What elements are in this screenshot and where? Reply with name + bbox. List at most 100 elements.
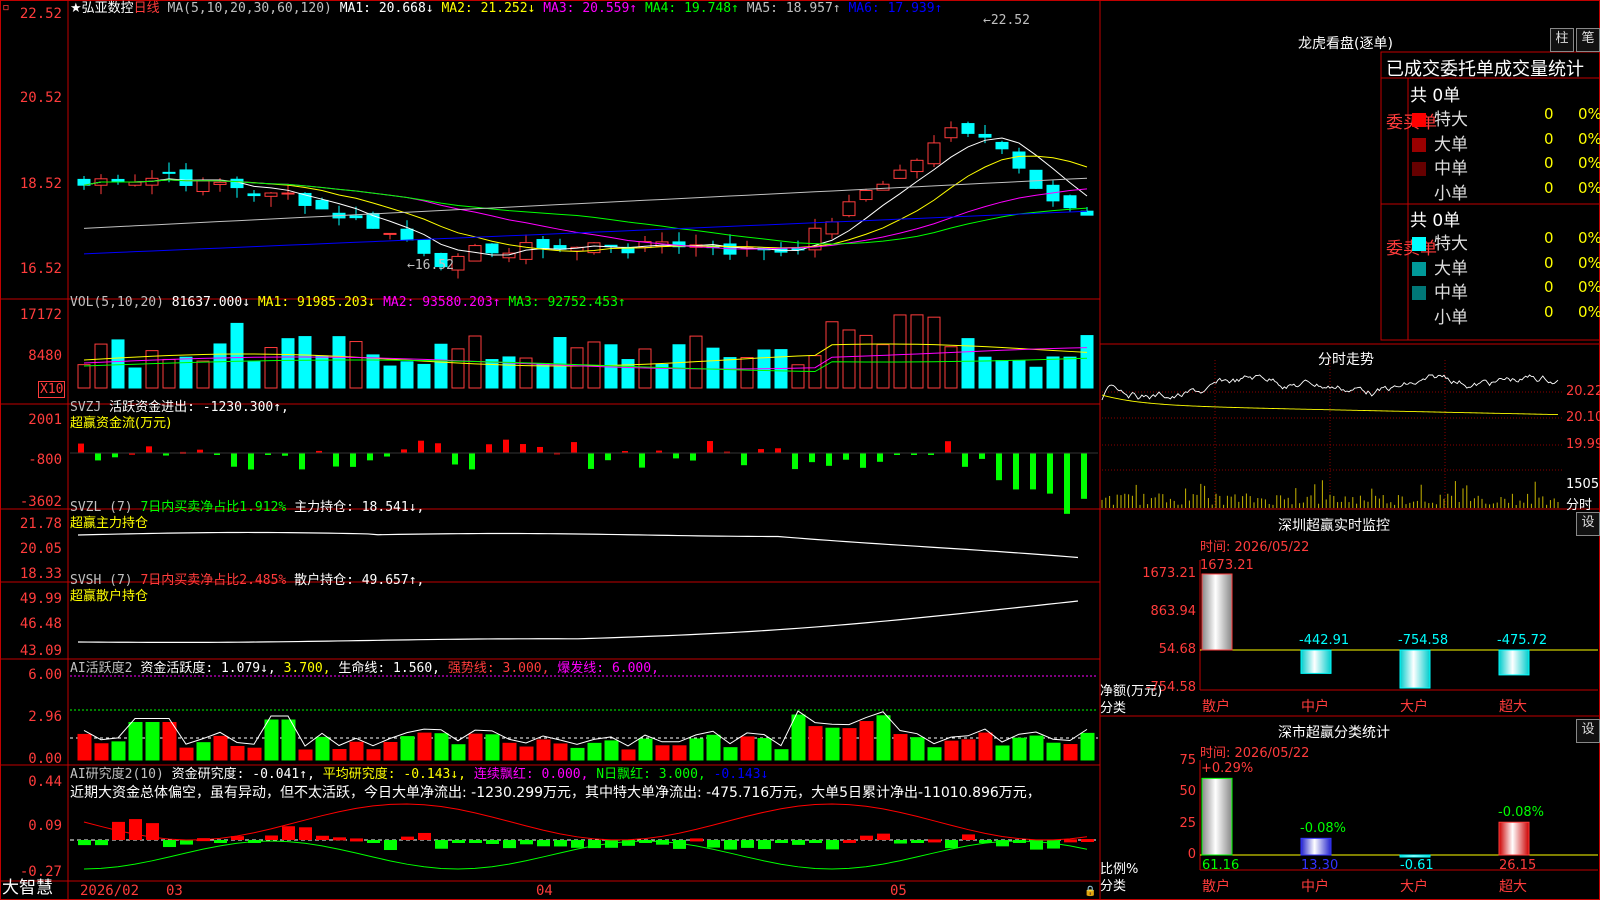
candle-body <box>281 192 295 195</box>
volume-bar <box>196 360 210 389</box>
candle-body <box>315 199 329 210</box>
ma-line <box>83 179 1088 245</box>
order-percent: 0% <box>1578 253 1600 272</box>
stock-name[interactable]: ★弘亚数控 <box>70 1 134 16</box>
money-flow-bar <box>860 453 866 468</box>
sz-monitor-settings-button[interactable]: 设 <box>1576 512 1600 536</box>
order-count: 0 <box>1544 105 1554 123</box>
ai-research-bar <box>350 838 363 842</box>
ai-activity-bar <box>128 722 143 761</box>
ai-activity-value: 资金活跃度: 1.079↓, <box>140 661 276 676</box>
ai-activity-line <box>83 710 1088 747</box>
ai-activity-bar <box>570 747 585 761</box>
research-value: 资金研究度: -0.041↑, <box>171 767 315 782</box>
sz-classify-x-label: 分类 <box>1100 879 1127 894</box>
order-count: 0 <box>1544 229 1554 247</box>
money-flow-bar <box>503 439 509 453</box>
candle-body <box>1012 151 1026 169</box>
volume-bar <box>621 359 635 389</box>
y-tick-label: 20.52 <box>19 90 62 106</box>
order-size-name: 特大 <box>1434 110 1468 130</box>
money-flow-bar <box>707 441 713 453</box>
intraday-y-tick: 20.10 <box>1566 410 1600 425</box>
money-flow-bar <box>452 453 458 465</box>
money-flow-bar <box>843 453 849 460</box>
money-flow-bar <box>792 453 798 470</box>
money-flow-bar <box>112 453 118 458</box>
ai-research-bar <box>129 819 142 840</box>
order-size-name: 小单 <box>1434 183 1468 204</box>
low-price-marker: ←16.52 <box>407 258 454 273</box>
ai-research-title: AI研究度2(10) <box>70 767 164 782</box>
svsh-holding: 散户持仓: 49.657↑, <box>294 573 425 588</box>
intraday-volume <box>1101 480 1559 508</box>
bar-view-button[interactable]: 柱 <box>1550 28 1574 52</box>
order-count: 0 <box>1544 154 1554 172</box>
money-flow-bar <box>979 453 985 459</box>
order-color-swatch <box>1412 113 1426 127</box>
candle-body <box>842 201 856 217</box>
vol-unit-badge[interactable]: X10 <box>38 381 66 398</box>
sz-classify-bar-group <box>1201 777 1530 858</box>
money-flow-bar <box>520 444 526 453</box>
money-flow-bar <box>571 442 577 453</box>
volume-bar <box>893 314 907 389</box>
money-flow-bar <box>588 453 594 469</box>
volume-bar <box>825 321 839 389</box>
volume-bar <box>672 344 686 389</box>
sz-classify-bar <box>1498 821 1530 856</box>
stock-chart-canvas[interactable] <box>0 0 1600 900</box>
order-percent: 0% <box>1578 302 1600 321</box>
candle-body <box>247 193 261 197</box>
ma-legend-item: MA5: 18.957↑ <box>738 1 841 16</box>
intraday-vol-tick: 1505 <box>1566 477 1600 492</box>
ai-research-bar <box>163 840 176 848</box>
ma-line <box>83 155 1088 253</box>
sz-classify-category: 中户 <box>1301 879 1329 895</box>
app-logo[interactable]: 大智慧 <box>2 880 53 897</box>
ai-activity-bar <box>621 749 636 761</box>
volume-bar <box>128 367 142 389</box>
volume-bar <box>264 347 278 389</box>
ai-research-bar <box>877 833 890 840</box>
candle-body <box>383 232 397 235</box>
volume-bars <box>77 314 1094 389</box>
sz-monitor-bar <box>1201 573 1233 651</box>
ai-research-bar <box>503 840 516 849</box>
svzl-subtitle: 超赢主力持仓 <box>70 516 149 531</box>
money-flow-bar <box>95 453 101 461</box>
ai-activity-bar <box>757 738 772 761</box>
capital-comment: 近期大资金总体偏空，虽有异动，但不太活跃，今日大单净流出: -1230.299万… <box>70 785 1041 801</box>
volume-bar <box>417 363 431 389</box>
sz-monitor-category: 中户 <box>1301 699 1329 715</box>
candle-body <box>349 215 363 219</box>
lock-icon[interactable]: 🔒 <box>1084 884 1096 899</box>
ma-legend-item: MA6: 17.939↑ <box>840 1 943 16</box>
volume-bar <box>570 347 584 389</box>
ai-activity-bar <box>502 742 517 761</box>
candle-body <box>978 133 992 138</box>
volume-bar <box>1046 356 1060 389</box>
retail-holding-line <box>77 600 1079 643</box>
tick-view-button[interactable]: 笔 <box>1576 28 1600 52</box>
vol-ma-legend: MA1: 91985.203↓ MA2: 93580.203↑ MA3: 927… <box>258 295 626 310</box>
money-flow-bar <box>367 453 373 461</box>
money-flow-bar <box>299 453 305 470</box>
ai-research-bar <box>928 839 941 843</box>
ai-activity-bar <box>230 745 245 761</box>
ai-research-bar <box>775 840 788 843</box>
money-flow-bar <box>486 444 492 453</box>
period-label[interactable]: 日线 <box>134 1 160 16</box>
ai-research-bar <box>843 839 856 843</box>
sz-monitor-bar-value: -475.72 <box>1497 633 1548 648</box>
candle-body <box>162 171 176 174</box>
ai-activity-bar <box>400 736 415 761</box>
sz-monitor-bar <box>1300 649 1332 674</box>
ma-legend-item: MA2: 21.252↓ <box>433 1 536 16</box>
volume-bar <box>332 336 346 389</box>
volume-bar <box>77 364 91 389</box>
order-color-swatch <box>1412 137 1426 152</box>
buy-orders-label: 委买单 <box>1386 112 1437 135</box>
sz-classify-settings-button[interactable]: 设 <box>1576 719 1600 743</box>
y-tick-label: -800 <box>28 452 62 468</box>
